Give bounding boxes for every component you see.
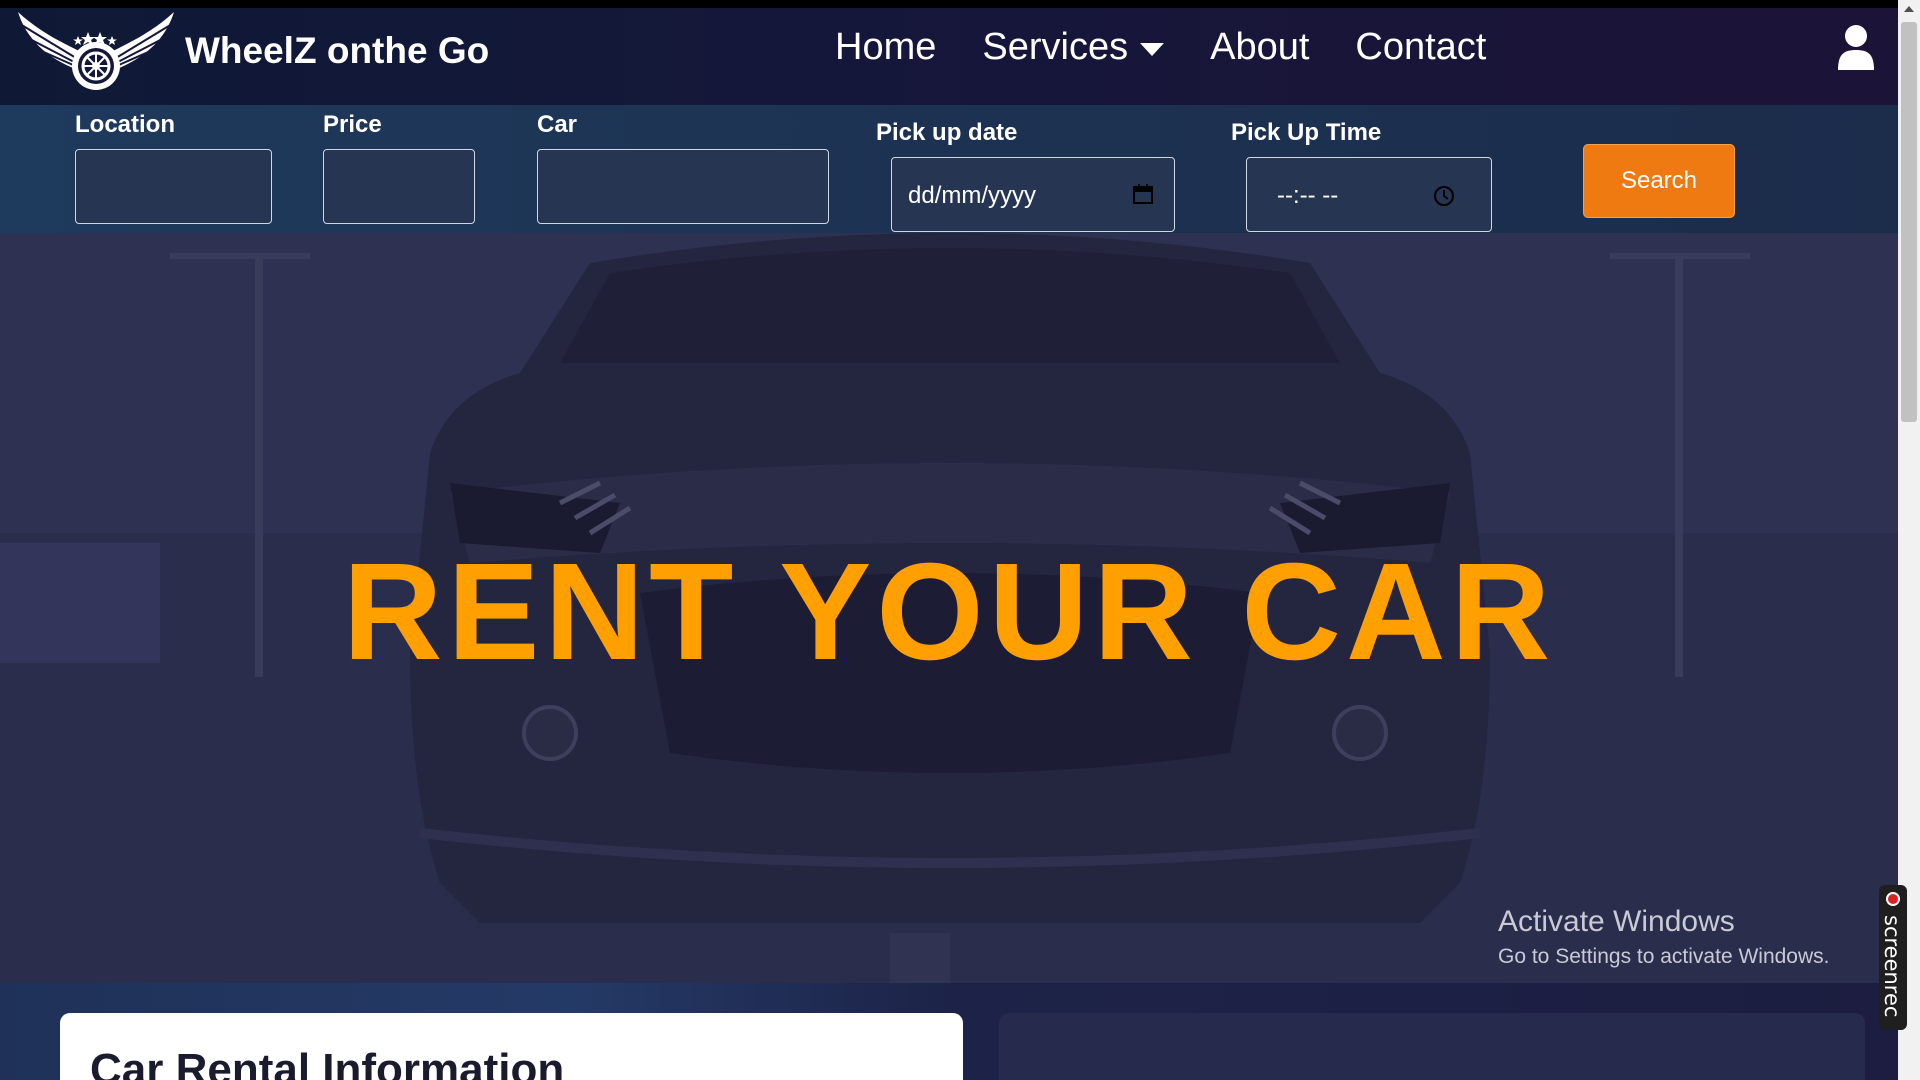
nav-home-label: Home [835,26,937,68]
content-section: Car Rental Information [0,983,1898,1080]
price-input[interactable] [323,149,475,224]
car-input[interactable] [537,149,829,224]
nav-services[interactable]: Services [982,26,1165,69]
watermark-subtitle: Go to Settings to activate Windows. [1498,945,1830,968]
top-border [0,0,1898,8]
nav-about[interactable]: About [1210,26,1309,69]
car-rental-info-card: Car Rental Information [60,1013,963,1080]
screenrec-widget[interactable]: screenrec [1879,885,1907,1030]
screenrec-label: screenrec [1880,915,1904,1018]
record-dot-icon [1886,892,1900,906]
wheelz-logo-icon[interactable] [16,8,176,98]
hero-title: RENT YOUR CAR [342,535,1556,689]
watermark-title: Activate Windows [1498,905,1735,938]
brand-name[interactable]: WheelZ onthe Go [185,30,489,72]
car-label: Car [537,111,578,138]
nav-home[interactable]: Home [835,26,936,69]
pickup-time-input[interactable]: --:-- -- [1246,157,1492,232]
secondary-card [999,1013,1865,1080]
pickup-date-value: dd/mm/yyyy [908,182,1037,209]
pickup-date-field: Pick up date dd/mm/yyyy [876,119,1175,232]
scrollbar-thumb[interactable] [1901,22,1917,422]
location-label: Location [75,111,175,138]
hero-banner: RENT YOUR CAR Activate Windows Go to Set… [0,233,1898,983]
pickup-time-value: --:-- -- [1277,182,1339,209]
nav-contact-label: Contact [1355,26,1487,68]
info-card-title: Car Rental Information [90,1045,565,1080]
nav-about-label: About [1210,26,1310,68]
price-field: Price [323,111,475,224]
clock-icon[interactable] [1433,185,1455,207]
nav-links: Home Services About Contact [835,26,1532,69]
user-icon[interactable] [1838,24,1874,72]
calendar-icon[interactable] [1132,183,1154,205]
pickup-time-field: Pick Up Time --:-- -- [1231,119,1492,232]
nav-contact[interactable]: Contact [1355,26,1486,69]
nav-services-label: Services [982,26,1129,68]
pickup-date-label: Pick up date [876,119,1018,146]
location-field: Location [75,111,272,224]
pickup-time-label: Pick Up Time [1231,119,1382,146]
price-label: Price [323,111,382,138]
search-button[interactable]: Search [1583,144,1735,218]
navbar: WheelZ onthe Go Home Services About Cont… [0,8,1898,105]
caret-down-icon [1140,43,1165,56]
location-input[interactable] [75,149,272,224]
scroll-up-arrow-icon[interactable] [1904,6,1914,12]
pickup-date-input[interactable]: dd/mm/yyyy [891,157,1175,232]
car-field: Car [537,111,829,224]
windows-activation-watermark: Activate Windows Go to Settings to activ… [1498,905,1830,969]
